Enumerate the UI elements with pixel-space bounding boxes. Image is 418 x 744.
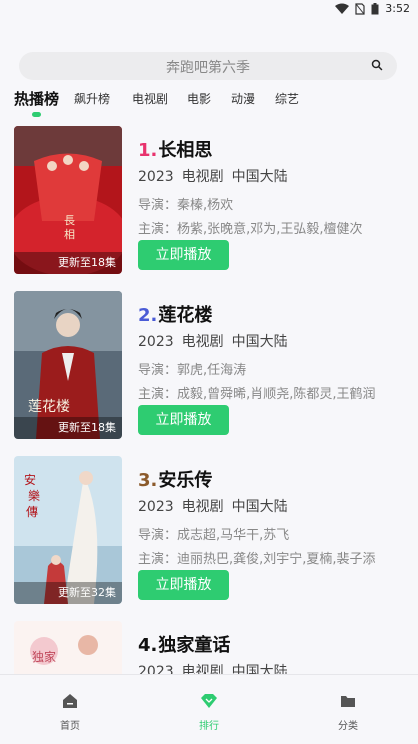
- tab-hot[interactable]: 热播榜: [14, 88, 59, 109]
- list-item[interactable]: 独家 4.独家童话 2023 电视剧 中国大陆: [0, 621, 418, 674]
- region: 中国大陆: [231, 169, 288, 185]
- episode-badge: 更新至18集: [14, 417, 122, 439]
- poster-image[interactable]: 長 相 更新至18集: [14, 126, 122, 274]
- type: 电视剧: [181, 499, 224, 515]
- item-meta: 2023 电视剧 中国大陆: [138, 331, 288, 351]
- year: 2023: [138, 499, 174, 515]
- svg-text:安: 安: [24, 472, 36, 487]
- ranking-list: 長 相 更新至18集 1.长相思 2023 电视剧 中国大陆 导演：秦榛,杨欢 主演…: [0, 126, 418, 674]
- svg-text:相: 相: [64, 228, 75, 241]
- item-title[interactable]: 4.独家童话: [138, 631, 230, 657]
- play-button[interactable]: 立即播放: [138, 570, 229, 600]
- poster-image[interactable]: 莲花楼 更新至18集: [14, 291, 122, 439]
- sim-icon: [355, 2, 365, 15]
- title-text: 独家童话: [158, 635, 231, 656]
- title-text: 安乐传: [158, 470, 213, 491]
- nav-category-label: 分类: [338, 721, 358, 732]
- region: 中国大陆: [231, 334, 288, 350]
- nav-category[interactable]: 分类: [318, 693, 378, 732]
- tab-movie[interactable]: 电影: [187, 90, 211, 107]
- diamond-icon: [201, 694, 217, 708]
- cast-line: 主演：杨紫,张晚意,邓为,王弘毅,檀健次: [138, 222, 363, 237]
- region: 中国大陆: [231, 664, 288, 674]
- rank-number: 3.: [138, 470, 158, 491]
- svg-text:樂: 樂: [28, 488, 40, 503]
- type: 电视剧: [181, 334, 224, 350]
- status-bar: 3:52: [0, 0, 418, 20]
- nav-ranking[interactable]: 排行: [179, 693, 239, 732]
- item-meta: 2023 电视剧 中国大陆: [138, 661, 288, 674]
- rank-number: 2.: [138, 305, 158, 326]
- item-title[interactable]: 2.莲花楼: [138, 301, 212, 327]
- year: 2023: [138, 334, 174, 350]
- tab-indicator: [32, 112, 41, 117]
- bottom-nav: 首页 排行 分类: [0, 674, 418, 744]
- home-icon: [63, 694, 77, 708]
- battery-icon: [371, 2, 379, 14]
- tab-tv[interactable]: 电视剧: [132, 90, 168, 107]
- episode-badge: 更新至32集: [14, 582, 122, 604]
- director-line: 导演：成志超,马华干,苏飞: [138, 528, 290, 543]
- item-title[interactable]: 1.长相思: [138, 136, 212, 162]
- play-button[interactable]: 立即播放: [138, 405, 229, 435]
- list-item[interactable]: 安 樂 傳 更新至32集 3.安乐传 2023 电视剧 中国大陆 导演：成志超,马华…: [0, 456, 418, 606]
- folder-icon: [341, 696, 355, 707]
- list-item[interactable]: 長 相 更新至18集 1.长相思 2023 电视剧 中国大陆 导演：秦榛,杨欢 主演…: [0, 126, 418, 276]
- region: 中国大陆: [231, 499, 288, 515]
- item-meta: 2023 电视剧 中国大陆: [138, 166, 288, 186]
- poster-image[interactable]: 独家: [14, 621, 122, 674]
- nav-home-label: 首页: [60, 721, 80, 732]
- status-time: 3:52: [385, 2, 410, 15]
- svg-text:独家: 独家: [32, 649, 56, 664]
- title-text: 长相思: [158, 140, 213, 161]
- tab-variety[interactable]: 综艺: [275, 90, 299, 107]
- year: 2023: [138, 169, 174, 185]
- tab-rising[interactable]: 飙升榜: [74, 90, 110, 107]
- svg-text:長: 長: [64, 214, 75, 227]
- tab-anime[interactable]: 动漫: [231, 90, 255, 107]
- wifi-icon: [335, 3, 350, 14]
- search-placeholder: 奔跑吧第六季: [166, 60, 250, 76]
- item-meta: 2023 电视剧 中国大陆: [138, 496, 288, 516]
- episode-badge: 更新至18集: [14, 252, 122, 274]
- rank-number: 1.: [138, 140, 158, 161]
- cast-line: 主演：成毅,曾舜晞,肖顺尧,陈都灵,王鹤润: [138, 387, 376, 402]
- nav-ranking-label: 排行: [199, 721, 219, 732]
- director-line: 导演：郭虎,任海涛: [138, 363, 247, 378]
- poster-art: 独家: [14, 621, 122, 674]
- director-line: 导演：秦榛,杨欢: [138, 198, 234, 213]
- svg-text:傳: 傳: [26, 505, 38, 519]
- type: 电视剧: [181, 664, 224, 674]
- title-text: 莲花楼: [158, 305, 213, 326]
- nav-home[interactable]: 首页: [40, 693, 100, 732]
- svg-text:莲花楼: 莲花楼: [28, 399, 70, 415]
- list-item[interactable]: 莲花楼 更新至18集 2.莲花楼 2023 电视剧 中国大陆 导演：郭虎,任海涛 主…: [0, 291, 418, 441]
- year: 2023: [138, 664, 174, 674]
- item-title[interactable]: 3.安乐传: [138, 466, 212, 492]
- search-bar[interactable]: 奔跑吧第六季: [19, 52, 397, 80]
- search-icon[interactable]: [371, 59, 383, 71]
- cast-line: 主演：迪丽热巴,龚俊,刘宇宁,夏楠,裴子添: [138, 552, 376, 567]
- rank-number: 4.: [138, 635, 158, 656]
- play-button[interactable]: 立即播放: [138, 240, 229, 270]
- poster-image[interactable]: 安 樂 傳 更新至32集: [14, 456, 122, 604]
- type: 电视剧: [181, 169, 224, 185]
